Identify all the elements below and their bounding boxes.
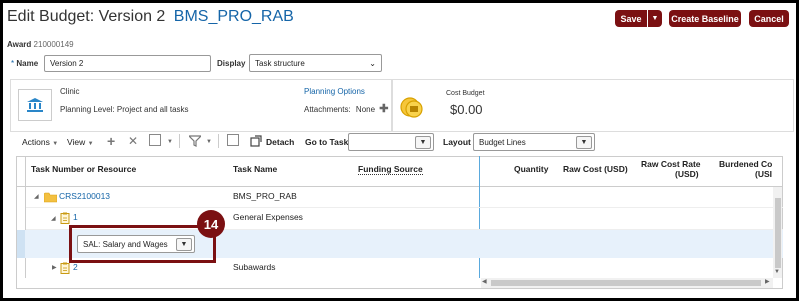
delete-row-icon[interactable]: ✕ [128, 134, 138, 148]
layout-value: Budget Lines [479, 137, 526, 147]
task-name: General Expenses [233, 212, 303, 222]
award-field: Award 210000149 [7, 40, 74, 49]
filter-icon[interactable] [187, 134, 203, 152]
organization-name: Clinic [60, 87, 80, 96]
create-baseline-label: Create Baseline [671, 13, 739, 24]
name-label: * Name [11, 59, 38, 68]
layout-select[interactable]: Budget Lines ▼ [473, 133, 595, 151]
folder-icon [43, 190, 58, 208]
go-to-task-label: Go to Task [305, 137, 349, 147]
export-icon[interactable] [149, 134, 161, 146]
task-name: BMS_PRO_RAB [233, 191, 297, 201]
chevron-down-icon: ▼ [87, 141, 94, 147]
column-header-burdened-cost-unit: (USI [755, 169, 772, 179]
app-frame: Edit Budget: Version 2 BMS_PRO_RAB Save … [3, 3, 796, 298]
layout-label: Layout [443, 137, 471, 147]
save-menu-button[interactable]: ▼ [648, 10, 662, 27]
create-baseline-button[interactable]: Create Baseline [669, 10, 741, 27]
required-marker: * [11, 59, 15, 68]
page-title: Edit Budget: Version 2 BMS_PRO_RAB [7, 8, 294, 26]
view-menu[interactable]: View ▼ [67, 137, 94, 147]
page-title-text: Edit Budget: Version 2 [7, 8, 166, 25]
column-header-raw-cost-rate-unit: (USD) [675, 169, 699, 179]
collapse-icon[interactable]: ◢ [51, 215, 56, 222]
task-number-link[interactable]: CRS2100013 [59, 191, 110, 201]
award-value: 210000149 [33, 40, 74, 49]
save-label: Save [620, 13, 642, 24]
column-header-quantity[interactable]: Quantity [514, 164, 548, 174]
planning-level: Planning Level: Project and all tasks [60, 105, 189, 114]
attachments-value: None [355, 105, 376, 114]
add-row-icon[interactable]: + [107, 133, 115, 149]
chevron-down-icon: ▼ [415, 135, 431, 149]
actions-menu[interactable]: Actions ▼ [22, 137, 58, 147]
row-selector[interactable] [17, 230, 25, 258]
project-link[interactable]: BMS_PRO_RAB [174, 8, 294, 25]
task-name: Subawards [233, 262, 276, 272]
task-number-link[interactable]: 2 [73, 262, 78, 272]
scroll-right-icon[interactable]: ▶ [765, 278, 770, 285]
display-select[interactable]: Task structure ⌄ [249, 54, 382, 72]
step-number-badge: 14 [197, 210, 225, 238]
view-label: View [67, 137, 86, 147]
actions-label: Actions [22, 137, 50, 147]
toolbar-divider [179, 134, 180, 148]
scroll-left-icon[interactable]: ◀ [482, 278, 487, 285]
detach-icon[interactable] [250, 134, 262, 152]
column-header-task-name[interactable]: Task Name [233, 164, 277, 174]
chevron-down-icon[interactable]: ▼ [206, 139, 212, 145]
toolbar-divider [218, 134, 219, 148]
task-number-link[interactable]: 1 [73, 212, 78, 222]
name-value: Version 2 [50, 59, 84, 68]
table-row[interactable] [26, 187, 783, 208]
resource-value: SAL: Salary and Wages [83, 239, 168, 249]
display-value: Task structure [255, 58, 305, 68]
resource-select[interactable]: SAL: Salary and Wages ▼ [77, 235, 195, 253]
chevron-down-icon: ⌄ [369, 58, 376, 68]
column-header-raw-cost[interactable]: Raw Cost (USD) [563, 164, 628, 174]
expand-icon[interactable]: ▶ [52, 264, 57, 271]
chevron-down-icon: ▼ [651, 15, 659, 22]
vertical-scroll-thumb[interactable] [775, 198, 781, 268]
column-header-task[interactable]: Task Number or Resource [31, 164, 136, 174]
attachments-field: Attachments: None ✚ [304, 102, 389, 115]
chevron-down-icon[interactable]: ▼ [167, 139, 173, 145]
horizontal-scroll-thumb[interactable] [491, 280, 761, 286]
save-button[interactable]: Save [615, 10, 647, 27]
column-header-funding-source[interactable]: Funding Source [358, 164, 423, 175]
cost-budget-value: $0.00 [450, 102, 483, 117]
coins-icon [400, 95, 424, 119]
cancel-label: Cancel [754, 13, 784, 24]
planning-options-link[interactable]: Planning Options [304, 87, 365, 96]
display-label-text: Display [217, 59, 246, 68]
chevron-down-icon: ▼ [176, 237, 192, 251]
organization-icon [18, 89, 52, 121]
cancel-button[interactable]: Cancel [749, 10, 789, 27]
add-attachment-icon[interactable]: ✚ [379, 103, 388, 115]
column-header-raw-cost-rate[interactable]: Raw Cost Rate [641, 159, 701, 169]
name-field[interactable]: Version 2 [44, 55, 211, 72]
collapse-icon[interactable]: ◢ [34, 193, 39, 200]
name-label-text: Name [16, 59, 39, 68]
chevron-down-icon: ▼ [576, 135, 592, 149]
step-number: 14 [203, 216, 219, 232]
detach-button[interactable]: Detach [266, 137, 294, 147]
display-label: Display [217, 59, 245, 68]
column-header-burdened-cost[interactable]: Burdened Co [719, 159, 772, 169]
award-label: Award [7, 40, 32, 49]
scroll-down-icon[interactable]: ▼ [774, 269, 780, 275]
task-icon [60, 261, 70, 279]
freeze-icon[interactable] [227, 134, 239, 146]
cost-budget-label: Cost Budget [446, 90, 485, 97]
attachments-label: Attachments: [304, 105, 351, 114]
chevron-down-icon: ▼ [52, 141, 59, 147]
go-to-task-select[interactable]: ▼ [348, 133, 434, 151]
